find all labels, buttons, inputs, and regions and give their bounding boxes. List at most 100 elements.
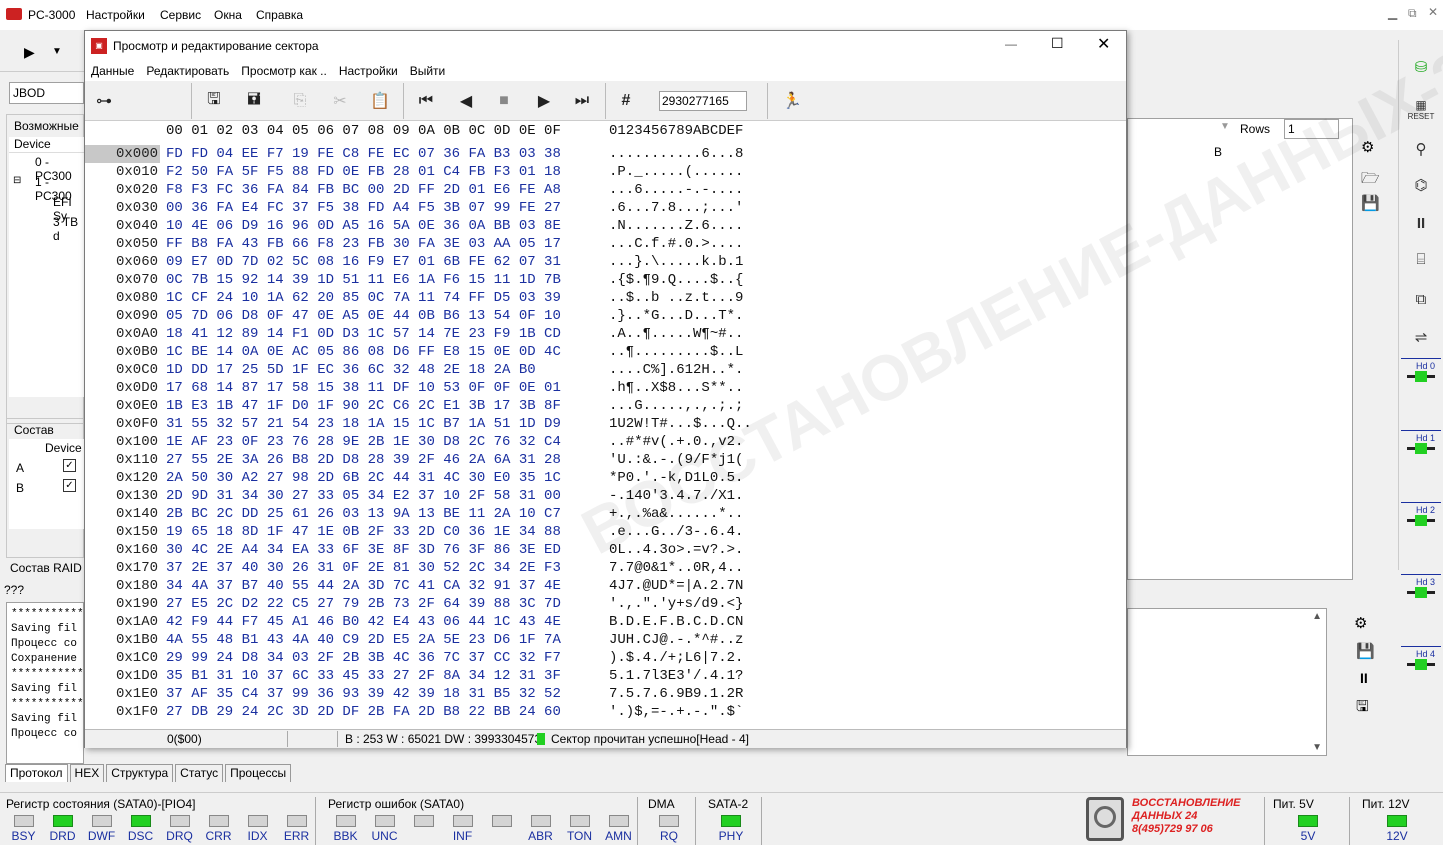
- hex-bytes[interactable]: 2A 50 30 A2 27 98 2D 6B 2C 44 31 4C 30 E…: [166, 469, 561, 487]
- hex-ascii[interactable]: 'U.:&.-.(9/F*j1(: [609, 451, 743, 469]
- folder-icon[interactable]: 🗁: [1361, 168, 1380, 193]
- dialog-maximize-icon[interactable]: ☐: [1051, 35, 1064, 52]
- connect-icon[interactable]: ⇌: [1401, 320, 1441, 354]
- hex-row[interactable]: 0x130 2D 9D 31 34 30 27 33 05 34 E2 37 10…: [85, 487, 1126, 505]
- hex-row[interactable]: 0x170 37 2E 37 40 30 26 31 0F 2E 81 30 52…: [85, 559, 1126, 577]
- hex-row[interactable]: 0x190 27 E5 2C D2 22 C5 27 79 2B 73 2F 64…: [85, 595, 1126, 613]
- hex-row[interactable]: 0x080 1C CF 24 10 1A 62 20 85 0C 7A 11 74…: [85, 289, 1126, 307]
- hex-row[interactable]: 0x0B0 1C BE 14 0A 0E AC 05 86 08 D6 FF E8…: [85, 343, 1126, 361]
- bg-dropdown-icon[interactable]: ▼: [1220, 121, 1230, 132]
- tab-status[interactable]: Статус: [175, 764, 224, 782]
- hex-row[interactable]: 0x1B0 4A 55 48 B1 43 4A 40 C9 2D E5 2A 5E…: [85, 631, 1126, 649]
- hd1-button[interactable]: Hd 1: [1401, 430, 1441, 464]
- menu-data[interactable]: Данные: [91, 64, 134, 78]
- cut-disabled-icon[interactable]: ✂: [325, 86, 355, 116]
- hd3-button[interactable]: Hd 3: [1401, 574, 1441, 608]
- cable-icon[interactable]: ⊶: [89, 86, 119, 116]
- hex-bytes[interactable]: F8 F3 FC 36 FA 84 FB BC 00 2D FF 2D 01 E…: [166, 181, 561, 199]
- hex-bytes[interactable]: 42 F9 44 F7 45 A1 46 B0 42 E4 43 06 44 1…: [166, 613, 561, 631]
- hex-bytes[interactable]: 27 E5 2C D2 22 C5 27 79 2B 73 2F 64 39 8…: [166, 595, 561, 613]
- hex-row[interactable]: 0x050 FF B8 FA 43 FB 66 F8 23 FB 30 FA 3E…: [85, 235, 1126, 253]
- hex-row[interactable]: 0x070 0C 7B 15 92 14 39 1D 51 11 E6 1A F6…: [85, 271, 1126, 289]
- hex-row[interactable]: 0x000 FD FD 04 EE F7 19 FE C8 FE EC 07 36…: [85, 145, 1126, 163]
- hex-row[interactable]: 0x1F0 27 DB 29 24 2C 3D 2D DF 2B FA 2D B8…: [85, 703, 1126, 721]
- hex-ascii[interactable]: ...........6...8: [609, 145, 743, 163]
- hex-bytes[interactable]: 37 AF 35 C4 37 99 36 93 39 42 39 18 31 B…: [166, 685, 561, 703]
- hex-row[interactable]: 0x060 09 E7 0D 7D 02 5C 08 16 F9 E7 01 6B…: [85, 253, 1126, 271]
- hd0-button[interactable]: Hd 0: [1401, 358, 1441, 392]
- hex-bytes[interactable]: 05 7D 06 D8 0F 47 0E A5 0E 44 0B B6 13 5…: [166, 307, 561, 325]
- hex-row[interactable]: 0x120 2A 50 30 A2 27 98 2D 6B 2C 44 31 4C…: [85, 469, 1126, 487]
- hex-ascii[interactable]: '.)$,=-.+.-.".$`: [609, 703, 743, 721]
- hex-bytes[interactable]: 35 B1 31 10 37 6C 33 45 33 27 2F 8A 34 1…: [166, 667, 561, 685]
- hex-bytes[interactable]: 10 4E 06 D9 16 96 0D A5 16 5A 0E 36 0A B…: [166, 217, 561, 235]
- hex-ascii[interactable]: ...C.f.#.0.>....: [609, 235, 743, 253]
- hex-ascii[interactable]: -.140'3.4.7./X1.: [609, 487, 743, 505]
- dropdown-icon[interactable]: ▼: [52, 46, 62, 57]
- hex-row[interactable]: 0x090 05 7D 06 D8 0F 47 0E A5 0E 44 0B B6…: [85, 307, 1126, 325]
- hex-ascii[interactable]: 7.5.7.6.9B9.1.2R: [609, 685, 743, 703]
- hex-bytes[interactable]: 27 55 2E 3A 26 B8 2D D8 28 39 2F 46 2A 6…: [166, 451, 561, 469]
- read-sector-icon[interactable]: 🖫: [199, 86, 229, 116]
- mode-select[interactable]: JBOD: [9, 82, 84, 104]
- hex-bytes[interactable]: 17 68 14 87 17 58 15 38 11 DF 10 53 0F 0…: [166, 379, 561, 397]
- counter-icon[interactable]: ⌸: [1401, 242, 1441, 276]
- settings-icon[interactable]: ⚙: [1361, 138, 1374, 156]
- hex-bytes[interactable]: 37 2E 37 40 30 26 31 0F 2E 81 30 52 2C 3…: [166, 559, 561, 577]
- hex-row[interactable]: 0x030 00 36 FA E4 FC 37 F5 38 FD A4 F5 3B…: [85, 199, 1126, 217]
- hex-row[interactable]: 0x040 10 4E 06 D9 16 96 0D A5 16 5A 0E 36…: [85, 217, 1126, 235]
- hex-ascii[interactable]: ...6.....-.-....: [609, 181, 743, 199]
- hex-bytes[interactable]: 31 55 32 57 21 54 23 18 1A 15 1C B7 1A 5…: [166, 415, 561, 433]
- hex-bytes[interactable]: 4A 55 48 B1 43 4A 40 C9 2D E5 2A 5E 23 D…: [166, 631, 561, 649]
- hex-ascii[interactable]: .{$.¶9.Q....$..{: [609, 271, 743, 289]
- hex-bytes[interactable]: 34 4A 37 B7 40 55 44 2A 3D 7C 41 CA 32 9…: [166, 577, 561, 595]
- hex-bytes[interactable]: F2 50 FA 5F F5 88 FD 0E FB 28 01 C4 FB F…: [166, 163, 561, 181]
- hex-bytes[interactable]: 1E AF 23 0F 23 76 28 9E 2B 1E 30 D8 2C 7…: [166, 433, 561, 451]
- scan-icon[interactable]: ⌬: [1401, 168, 1441, 202]
- sector-number-input[interactable]: 2930277165: [659, 91, 747, 111]
- hex-bytes[interactable]: 09 E7 0D 7D 02 5C 08 16 F9 E7 01 6B FE 6…: [166, 253, 561, 271]
- tab-processes[interactable]: Процессы: [225, 764, 292, 782]
- hex-bytes[interactable]: FD FD 04 EE F7 19 FE C8 FE EC 07 36 FA B…: [166, 145, 561, 163]
- hex-ascii[interactable]: ..$..b ..z.t...9: [609, 289, 743, 307]
- hex-row[interactable]: 0x110 27 55 2E 3A 26 B8 2D D8 28 39 2F 46…: [85, 451, 1126, 469]
- log-save-icon[interactable]: 💾: [1356, 642, 1375, 660]
- hex-bytes[interactable]: 1D DD 17 25 5D 1F EC 36 6C 32 48 2E 18 2…: [166, 361, 536, 379]
- hex-row[interactable]: 0x1A0 42 F9 44 F7 45 A1 46 B0 42 E4 43 06…: [85, 613, 1126, 631]
- hex-ascii[interactable]: ..¶.........$..L: [609, 343, 743, 361]
- raid-checkbox[interactable]: ✓: [63, 459, 76, 472]
- hex-ascii[interactable]: 0L..4.3o>.=v?.>.: [609, 541, 743, 559]
- menu-windows[interactable]: Окна: [214, 8, 242, 22]
- hex-row[interactable]: 0x020 F8 F3 FC 36 FA 84 FB BC 00 2D FF 2D…: [85, 181, 1126, 199]
- restore-icon[interactable]: ⧉: [1408, 6, 1417, 21]
- close-icon[interactable]: ✕: [1428, 5, 1438, 19]
- menu-edit[interactable]: Редактировать: [146, 64, 229, 78]
- hex-bytes[interactable]: 18 41 12 89 14 F1 0D D3 1C 57 14 7E 23 F…: [166, 325, 561, 343]
- hex-ascii[interactable]: JUH.CJ@.-.*^#..z: [609, 631, 743, 649]
- hex-bytes[interactable]: 00 36 FA E4 FC 37 F5 38 FD A4 F5 3B 07 9…: [166, 199, 561, 217]
- hex-bytes[interactable]: 19 65 18 8D 1F 47 1E 0B 2F 33 2D C0 36 1…: [166, 523, 561, 541]
- minimize-icon[interactable]: ▁: [1388, 6, 1397, 20]
- menu-dialog-settings[interactable]: Настройки: [339, 64, 398, 78]
- hex-ascii[interactable]: B.D.E.F.B.C.D.CN: [609, 613, 743, 631]
- hex-row[interactable]: 0x180 34 4A 37 B7 40 55 44 2A 3D 7C 41 CA…: [85, 577, 1126, 595]
- hex-row[interactable]: 0x0A0 18 41 12 89 14 F1 0D D3 1C 57 14 7E…: [85, 325, 1126, 343]
- hex-bytes[interactable]: 1B E3 1B 47 1F D0 1F 90 2C C6 2C E1 3B 1…: [166, 397, 561, 415]
- pause-icon[interactable]: II: [1360, 670, 1368, 686]
- hex-ascii[interactable]: .P._.....(......: [609, 163, 743, 181]
- collapse-icon[interactable]: ⊟: [13, 175, 21, 186]
- first-sector-icon[interactable]: ⏮: [411, 86, 441, 116]
- hex-ascii[interactable]: 4J7.@UD*=|A.2.7N: [609, 577, 743, 595]
- hex-ascii[interactable]: 7.7@0&1*..0R,4..: [609, 559, 743, 577]
- hex-ascii[interactable]: ...G.....,.,.;.;: [609, 397, 743, 415]
- run-exit-icon[interactable]: 🏃: [777, 86, 807, 116]
- copy-icon[interactable]: ⧉: [1401, 282, 1441, 316]
- menu-service[interactable]: Сервис: [160, 8, 201, 22]
- paste-disabled-icon[interactable]: 📋: [365, 86, 395, 116]
- hex-bytes[interactable]: 30 4C 2E A4 34 EA 33 6F 3E 8F 3D 76 3F 8…: [166, 541, 561, 559]
- hex-ascii[interactable]: ...}.\.....k.b.1: [609, 253, 743, 271]
- raid-checkbox[interactable]: ✓: [63, 479, 76, 492]
- tab-hex[interactable]: HEX: [69, 764, 105, 782]
- hex-ascii[interactable]: .A..¶.....W¶~#..: [609, 325, 743, 343]
- hd4-button[interactable]: Hd 4: [1401, 646, 1441, 680]
